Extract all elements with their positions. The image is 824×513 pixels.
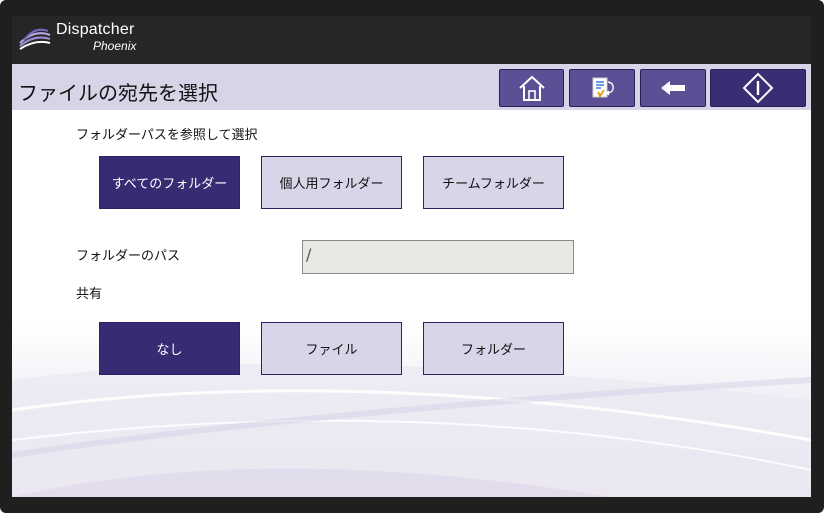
brand-bar: Dispatcher Phoenix xyxy=(12,16,811,64)
screen: Dispatcher Phoenix ファイルの宛先を選択 フォルダーパスを参照… xyxy=(12,16,811,497)
folder-browse-label: フォルダーパスを参照して選択 xyxy=(76,128,258,143)
home-icon xyxy=(518,75,545,101)
scan-return-button[interactable] xyxy=(569,69,635,107)
device-frame: Dispatcher Phoenix ファイルの宛先を選択 フォルダーパスを参照… xyxy=(0,0,824,513)
main-content: フォルダーパスを参照して選択 すべてのフォルダー 個人用フォルダー チームフォル… xyxy=(12,110,811,497)
team-folder-button[interactable]: チームフォルダー xyxy=(423,156,564,209)
start-diamond-icon xyxy=(742,72,774,104)
folder-path-label: フォルダーのパス xyxy=(76,249,181,264)
start-button[interactable] xyxy=(710,69,806,107)
title-bar: ファイルの宛先を選択 xyxy=(12,64,811,110)
all-folders-button[interactable]: すべてのフォルダー xyxy=(99,156,240,209)
home-button[interactable] xyxy=(499,69,564,107)
dispatcher-phoenix-logo-icon xyxy=(19,28,51,50)
scan-return-icon xyxy=(592,77,614,98)
share-folder-button[interactable]: フォルダー xyxy=(423,322,564,375)
back-button[interactable] xyxy=(640,69,706,107)
brand-subtitle: Phoenix xyxy=(93,39,137,53)
folder-path-field[interactable]: / xyxy=(302,240,574,274)
brand-name: Dispatcher xyxy=(56,21,135,38)
share-none-button[interactable]: なし xyxy=(99,322,240,375)
share-label: 共有 xyxy=(76,287,103,302)
page-title: ファイルの宛先を選択 xyxy=(18,81,218,105)
share-file-button[interactable]: ファイル xyxy=(261,322,402,375)
back-arrow-icon xyxy=(661,81,685,95)
personal-folder-button[interactable]: 個人用フォルダー xyxy=(261,156,402,209)
